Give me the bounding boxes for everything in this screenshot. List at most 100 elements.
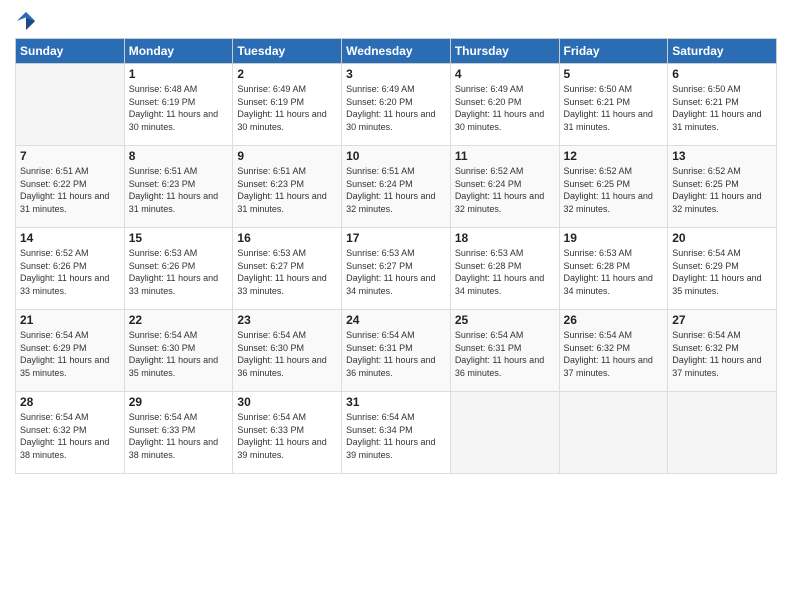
weekday-header-friday: Friday	[559, 39, 668, 64]
calendar-cell: 11 Sunrise: 6:52 AMSunset: 6:24 PMDayligh…	[450, 146, 559, 228]
day-number: 21	[20, 313, 120, 327]
day-detail: Sunrise: 6:51 AMSunset: 6:22 PMDaylight:…	[20, 165, 120, 215]
page-header	[15, 10, 777, 32]
day-number: 2	[237, 67, 337, 81]
day-detail: Sunrise: 6:54 AMSunset: 6:30 PMDaylight:…	[129, 329, 229, 379]
weekday-header-row: SundayMondayTuesdayWednesdayThursdayFrid…	[16, 39, 777, 64]
calendar-cell: 20 Sunrise: 6:54 AMSunset: 6:29 PMDayligh…	[668, 228, 777, 310]
week-row-2: 7 Sunrise: 6:51 AMSunset: 6:22 PMDaylight…	[16, 146, 777, 228]
day-number: 20	[672, 231, 772, 245]
calendar-cell: 7 Sunrise: 6:51 AMSunset: 6:22 PMDaylight…	[16, 146, 125, 228]
day-number: 4	[455, 67, 555, 81]
day-number: 15	[129, 231, 229, 245]
calendar-cell: 4Sunrise: 6:49 AMSunset: 6:20 PMDaylight…	[450, 64, 559, 146]
day-detail: Sunrise: 6:53 AMSunset: 6:27 PMDaylight:…	[346, 247, 446, 297]
day-number: 16	[237, 231, 337, 245]
day-number: 7	[20, 149, 120, 163]
day-number: 28	[20, 395, 120, 409]
calendar-cell: 26 Sunrise: 6:54 AMSunset: 6:32 PMDayligh…	[559, 310, 668, 392]
weekday-header-saturday: Saturday	[668, 39, 777, 64]
day-number: 25	[455, 313, 555, 327]
day-detail: Sunrise: 6:50 AMSunset: 6:21 PMDaylight:…	[672, 83, 772, 133]
day-number: 30	[237, 395, 337, 409]
calendar-cell: 29 Sunrise: 6:54 AMSunset: 6:33 PMDayligh…	[124, 392, 233, 474]
day-number: 6	[672, 67, 772, 81]
day-detail: Sunrise: 6:49 AMSunset: 6:19 PMDaylight:…	[237, 83, 337, 133]
calendar-cell: 25 Sunrise: 6:54 AMSunset: 6:31 PMDayligh…	[450, 310, 559, 392]
calendar-cell: 13Sunrise: 6:52 AMSunset: 6:25 PMDayligh…	[668, 146, 777, 228]
calendar-cell: 23 Sunrise: 6:54 AMSunset: 6:30 PMDayligh…	[233, 310, 342, 392]
calendar-cell: 19Sunrise: 6:53 AMSunset: 6:28 PMDayligh…	[559, 228, 668, 310]
calendar-cell: 12 Sunrise: 6:52 AMSunset: 6:25 PMDayligh…	[559, 146, 668, 228]
calendar-cell: 5 Sunrise: 6:50 AMSunset: 6:21 PMDaylight…	[559, 64, 668, 146]
calendar-cell: 3 Sunrise: 6:49 AMSunset: 6:20 PMDaylight…	[342, 64, 451, 146]
day-number: 10	[346, 149, 446, 163]
calendar-cell: 21 Sunrise: 6:54 AMSunset: 6:29 PMDayligh…	[16, 310, 125, 392]
day-number: 11	[455, 149, 555, 163]
weekday-header-wednesday: Wednesday	[342, 39, 451, 64]
calendar-cell: 14 Sunrise: 6:52 AMSunset: 6:26 PMDayligh…	[16, 228, 125, 310]
calendar-cell	[16, 64, 125, 146]
calendar-cell	[559, 392, 668, 474]
day-detail: Sunrise: 6:48 AMSunset: 6:19 PMDaylight:…	[129, 83, 229, 133]
weekday-header-monday: Monday	[124, 39, 233, 64]
day-detail: Sunrise: 6:52 AMSunset: 6:24 PMDaylight:…	[455, 165, 555, 215]
day-detail: Sunrise: 6:54 AMSunset: 6:32 PMDaylight:…	[564, 329, 664, 379]
calendar-cell: 17 Sunrise: 6:53 AMSunset: 6:27 PMDayligh…	[342, 228, 451, 310]
calendar-cell: 9 Sunrise: 6:51 AMSunset: 6:23 PMDaylight…	[233, 146, 342, 228]
day-number: 31	[346, 395, 446, 409]
calendar-cell: 31 Sunrise: 6:54 AMSunset: 6:34 PMDayligh…	[342, 392, 451, 474]
day-detail: Sunrise: 6:54 AMSunset: 6:29 PMDaylight:…	[20, 329, 120, 379]
day-detail: Sunrise: 6:54 AMSunset: 6:31 PMDaylight:…	[455, 329, 555, 379]
day-number: 17	[346, 231, 446, 245]
logo-icon	[15, 10, 37, 32]
day-detail: Sunrise: 6:54 AMSunset: 6:34 PMDaylight:…	[346, 411, 446, 461]
calendar-cell	[450, 392, 559, 474]
day-detail: Sunrise: 6:52 AMSunset: 6:25 PMDaylight:…	[564, 165, 664, 215]
calendar-cell: 1 Sunrise: 6:48 AMSunset: 6:19 PMDaylight…	[124, 64, 233, 146]
calendar-cell	[668, 392, 777, 474]
day-number: 26	[564, 313, 664, 327]
calendar-cell: 30Sunrise: 6:54 AMSunset: 6:33 PMDayligh…	[233, 392, 342, 474]
day-number: 1	[129, 67, 229, 81]
calendar-cell: 27 Sunrise: 6:54 AMSunset: 6:32 PMDayligh…	[668, 310, 777, 392]
day-number: 9	[237, 149, 337, 163]
weekday-header-thursday: Thursday	[450, 39, 559, 64]
day-number: 12	[564, 149, 664, 163]
page-container: SundayMondayTuesdayWednesdayThursdayFrid…	[0, 0, 792, 612]
logo	[15, 10, 41, 32]
day-detail: Sunrise: 6:54 AMSunset: 6:29 PMDaylight:…	[672, 247, 772, 297]
weekday-header-sunday: Sunday	[16, 39, 125, 64]
calendar-table: SundayMondayTuesdayWednesdayThursdayFrid…	[15, 38, 777, 474]
day-number: 14	[20, 231, 120, 245]
day-detail: Sunrise: 6:49 AMSunset: 6:20 PMDaylight:…	[346, 83, 446, 133]
calendar-cell: 24Sunrise: 6:54 AMSunset: 6:31 PMDayligh…	[342, 310, 451, 392]
week-row-1: 1 Sunrise: 6:48 AMSunset: 6:19 PMDaylight…	[16, 64, 777, 146]
day-detail: Sunrise: 6:51 AMSunset: 6:23 PMDaylight:…	[129, 165, 229, 215]
calendar-cell: 2 Sunrise: 6:49 AMSunset: 6:19 PMDaylight…	[233, 64, 342, 146]
calendar-cell: 6 Sunrise: 6:50 AMSunset: 6:21 PMDaylight…	[668, 64, 777, 146]
day-detail: Sunrise: 6:53 AMSunset: 6:28 PMDaylight:…	[455, 247, 555, 297]
day-detail: Sunrise: 6:54 AMSunset: 6:31 PMDaylight:…	[346, 329, 446, 379]
day-number: 3	[346, 67, 446, 81]
calendar-cell: 18Sunrise: 6:53 AMSunset: 6:28 PMDayligh…	[450, 228, 559, 310]
day-detail: Sunrise: 6:52 AMSunset: 6:26 PMDaylight:…	[20, 247, 120, 297]
day-detail: Sunrise: 6:51 AMSunset: 6:24 PMDaylight:…	[346, 165, 446, 215]
day-number: 23	[237, 313, 337, 327]
day-number: 27	[672, 313, 772, 327]
calendar-cell: 28Sunrise: 6:54 AMSunset: 6:32 PMDayligh…	[16, 392, 125, 474]
day-detail: Sunrise: 6:54 AMSunset: 6:32 PMDaylight:…	[672, 329, 772, 379]
day-detail: Sunrise: 6:50 AMSunset: 6:21 PMDaylight:…	[564, 83, 664, 133]
day-number: 5	[564, 67, 664, 81]
day-number: 22	[129, 313, 229, 327]
day-detail: Sunrise: 6:51 AMSunset: 6:23 PMDaylight:…	[237, 165, 337, 215]
day-number: 8	[129, 149, 229, 163]
day-detail: Sunrise: 6:54 AMSunset: 6:33 PMDaylight:…	[129, 411, 229, 461]
day-number: 29	[129, 395, 229, 409]
calendar-cell: 8 Sunrise: 6:51 AMSunset: 6:23 PMDaylight…	[124, 146, 233, 228]
day-detail: Sunrise: 6:54 AMSunset: 6:30 PMDaylight:…	[237, 329, 337, 379]
calendar-cell: 15Sunrise: 6:53 AMSunset: 6:26 PMDayligh…	[124, 228, 233, 310]
week-row-4: 21 Sunrise: 6:54 AMSunset: 6:29 PMDayligh…	[16, 310, 777, 392]
day-detail: Sunrise: 6:52 AMSunset: 6:25 PMDaylight:…	[672, 165, 772, 215]
week-row-5: 28Sunrise: 6:54 AMSunset: 6:32 PMDayligh…	[16, 392, 777, 474]
